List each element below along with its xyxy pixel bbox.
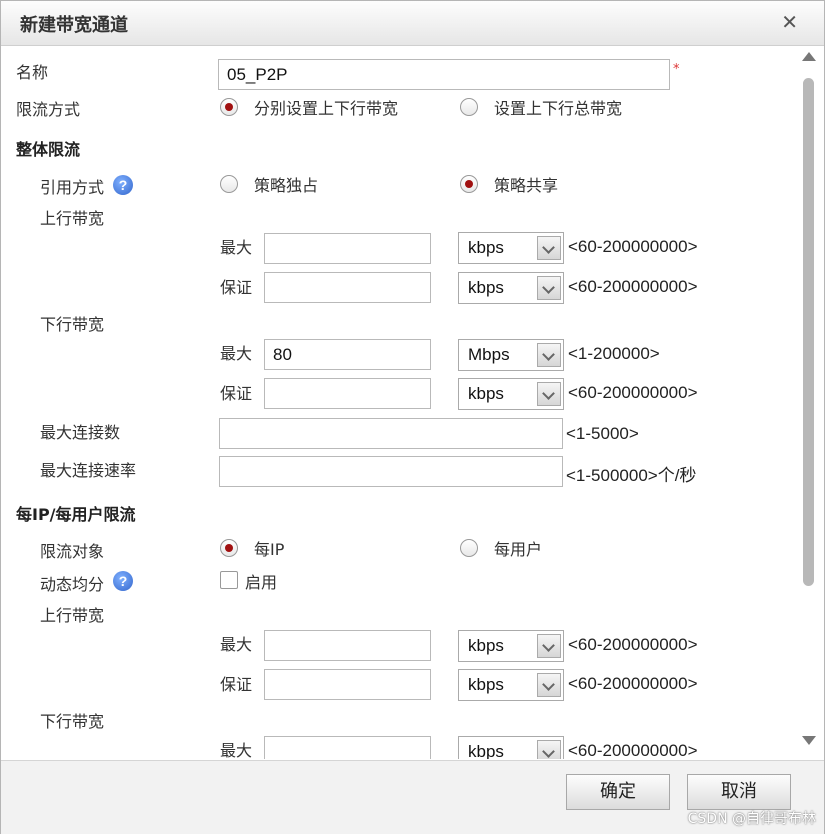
per-up-label: 上行带宽 [40, 606, 105, 625]
ref-mode-shared-radio[interactable] [460, 175, 478, 193]
scroll-up-icon[interactable] [802, 52, 816, 61]
overall-up-guar-unit-value: kbps [468, 278, 504, 297]
chevron-down-icon[interactable] [537, 236, 561, 260]
dynamic-label: 动态均分 [40, 575, 105, 594]
per-down-max-range: <60-200000000> [568, 741, 698, 759]
per-up-guar-input[interactable] [264, 669, 431, 700]
per-up-guar-range: <60-200000000> [568, 674, 698, 693]
max-conn-rate-input[interactable] [219, 456, 563, 487]
per-down-label: 下行带宽 [40, 712, 105, 731]
max-conn-input[interactable] [219, 418, 563, 449]
overall-down-label: 下行带宽 [40, 315, 105, 334]
max-conn-label: 最大连接数 [40, 423, 121, 442]
ok-button[interactable]: 确定 [566, 774, 670, 810]
target-per-ip-radio[interactable] [220, 539, 238, 557]
chevron-down-icon[interactable] [537, 343, 561, 367]
per-up-guar-unit-select[interactable]: kbps [458, 669, 564, 701]
target-per-user-label: 每用户 [494, 540, 543, 559]
name-input[interactable] [218, 59, 670, 90]
overall-up-max-unit-value: kbps [468, 238, 504, 257]
target-per-user-radio[interactable] [460, 539, 478, 557]
overall-up-max-input[interactable] [264, 233, 431, 264]
target-per-ip-label: 每IP [254, 540, 285, 559]
chevron-down-icon[interactable] [537, 634, 561, 658]
overall-down-max-unit-select[interactable]: Mbps [458, 339, 564, 371]
max-conn-range: <1-5000> [566, 424, 639, 443]
overall-down-guar-label: 保证 [220, 384, 253, 403]
limit-mode-separate-label: 分别设置上下行带宽 [254, 99, 399, 118]
close-icon[interactable]: ✕ [781, 10, 798, 34]
overall-up-guar-input[interactable] [264, 272, 431, 303]
cancel-button[interactable]: 取消 [687, 774, 791, 810]
max-conn-rate-range: <1-500000>个/秒 [566, 466, 697, 485]
overall-down-max-unit-value: Mbps [468, 345, 510, 364]
overall-up-guar-unit-select[interactable]: kbps [458, 272, 564, 304]
per-up-max-input[interactable] [264, 630, 431, 661]
ref-mode-exclusive-radio[interactable] [220, 175, 238, 193]
per-down-max-label: 最大 [220, 741, 253, 759]
per-down-max-unit-value: kbps [468, 742, 504, 759]
overall-down-guar-range: <60-200000000> [568, 383, 698, 402]
overall-up-label: 上行带宽 [40, 209, 105, 228]
chevron-down-icon[interactable] [537, 276, 561, 300]
overall-limit-heading: 整体限流 [16, 140, 81, 159]
watermark: CSDN @自律哥布林 [687, 811, 816, 827]
dialog-footer: 确定 取消 CSDN @自律哥布林 [1, 760, 824, 834]
dialog-title: 新建带宽通道 [20, 15, 128, 36]
overall-down-max-label: 最大 [220, 344, 253, 363]
vertical-scrollbar[interactable] [795, 46, 822, 759]
limit-mode-total-radio[interactable] [460, 98, 478, 116]
per-up-max-label: 最大 [220, 635, 253, 654]
per-down-max-input[interactable] [264, 736, 431, 759]
per-up-max-range: <60-200000000> [568, 635, 698, 654]
overall-down-guar-input[interactable] [264, 378, 431, 409]
per-up-max-unit-value: kbps [468, 636, 504, 655]
limit-mode-label: 限流方式 [16, 100, 81, 119]
per-up-max-unit-select[interactable]: kbps [458, 630, 564, 662]
dialog-titlebar: 新建带宽通道 ✕ [1, 1, 824, 46]
per-up-guar-label: 保证 [220, 675, 253, 694]
overall-down-guar-unit-value: kbps [468, 384, 504, 403]
per-limit-heading: 每IP/每用户限流 [16, 505, 136, 524]
ref-mode-shared-label: 策略共享 [494, 176, 559, 195]
ref-mode-exclusive-label: 策略独占 [254, 176, 319, 195]
dialog-body: 名称 * 限流方式 分别设置上下行带宽 设置上下行总带宽 整体限流 引用方式 ?… [3, 46, 795, 759]
max-conn-rate-label: 最大连接速率 [40, 461, 137, 480]
dialog: 新建带宽通道 ✕ 名称 * 限流方式 分别设置上下行带宽 设置上下行总带宽 整体… [0, 0, 825, 834]
chevron-down-icon[interactable] [537, 740, 561, 759]
overall-down-max-range: <1-200000> [568, 344, 660, 363]
required-mark: * [673, 62, 680, 77]
overall-up-guar-range: <60-200000000> [568, 277, 698, 296]
overall-up-max-unit-select[interactable]: kbps [458, 232, 564, 264]
limit-mode-total-label: 设置上下行总带宽 [494, 99, 623, 118]
target-label: 限流对象 [40, 542, 105, 561]
chevron-down-icon[interactable] [537, 382, 561, 406]
chevron-down-icon[interactable] [537, 673, 561, 697]
ref-mode-help-icon[interactable]: ? [113, 175, 133, 195]
limit-mode-separate-radio[interactable] [220, 98, 238, 116]
per-down-max-unit-select[interactable]: kbps [458, 736, 564, 759]
scroll-down-icon[interactable] [802, 736, 816, 745]
dynamic-enable-label: 启用 [245, 573, 278, 592]
overall-up-max-label: 最大 [220, 238, 253, 257]
dynamic-help-icon[interactable]: ? [113, 571, 133, 591]
scrollbar-thumb[interactable] [803, 78, 814, 586]
per-up-guar-unit-value: kbps [468, 675, 504, 694]
overall-down-guar-unit-select[interactable]: kbps [458, 378, 564, 410]
overall-down-max-input[interactable] [264, 339, 431, 370]
name-label: 名称 [16, 63, 49, 82]
overall-up-guar-label: 保证 [220, 278, 253, 297]
dynamic-enable-checkbox[interactable] [220, 571, 238, 589]
ref-mode-label: 引用方式 [40, 178, 105, 197]
overall-up-max-range: <60-200000000> [568, 237, 698, 256]
